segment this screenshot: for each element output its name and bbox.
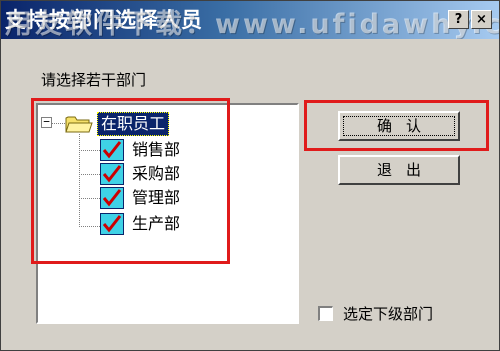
tree-item-sales[interactable]: 销售部 <box>132 139 180 161</box>
exit-button[interactable]: 退出 <box>338 155 460 185</box>
check-icon <box>102 215 122 233</box>
ok-button[interactable]: 确认 <box>338 111 460 141</box>
tree-connector <box>79 198 100 199</box>
exit-button-label: 退出 <box>376 161 435 179</box>
tree-connector <box>79 174 100 175</box>
collapse-icon[interactable]: − <box>41 116 52 128</box>
tree-connector <box>52 123 65 124</box>
close-button[interactable]: × <box>471 10 492 29</box>
help-button[interactable]: ? <box>448 10 469 29</box>
title-bar[interactable]: 支持按部门选择人员 用友软件下载：www.ufidawhy.com ? × <box>1 1 499 39</box>
tree-item-management[interactable]: 管理部 <box>132 187 180 209</box>
check-icon <box>102 165 122 183</box>
item-checkbox[interactable] <box>100 213 124 235</box>
select-prompt: 请选择若干部门 <box>41 71 147 89</box>
include-subordinate-checkbox[interactable] <box>318 306 333 321</box>
tree-connector <box>79 226 100 227</box>
watermark: 用友软件下载：www.ufidawhy.com <box>5 9 499 39</box>
check-icon <box>102 141 122 159</box>
item-checkbox[interactable] <box>100 139 124 161</box>
folder-open-icon <box>65 116 93 133</box>
tree-connector <box>79 134 80 227</box>
focus-rect <box>343 116 455 136</box>
item-checkbox[interactable] <box>100 187 124 209</box>
tree-item-production[interactable]: 生产部 <box>132 213 180 235</box>
item-checkbox[interactable] <box>100 163 124 185</box>
tree-item-purchasing[interactable]: 采购部 <box>132 163 180 185</box>
dept-select-dialog: 支持按部门选择人员 用友软件下载：www.ufidawhy.com ? × 请选… <box>0 0 500 351</box>
tree-connector <box>79 150 100 151</box>
check-icon <box>102 189 122 207</box>
tree-root-item[interactable]: 在职员工 <box>97 112 170 136</box>
include-subordinate-label[interactable]: 选定下级部门 <box>343 303 433 324</box>
